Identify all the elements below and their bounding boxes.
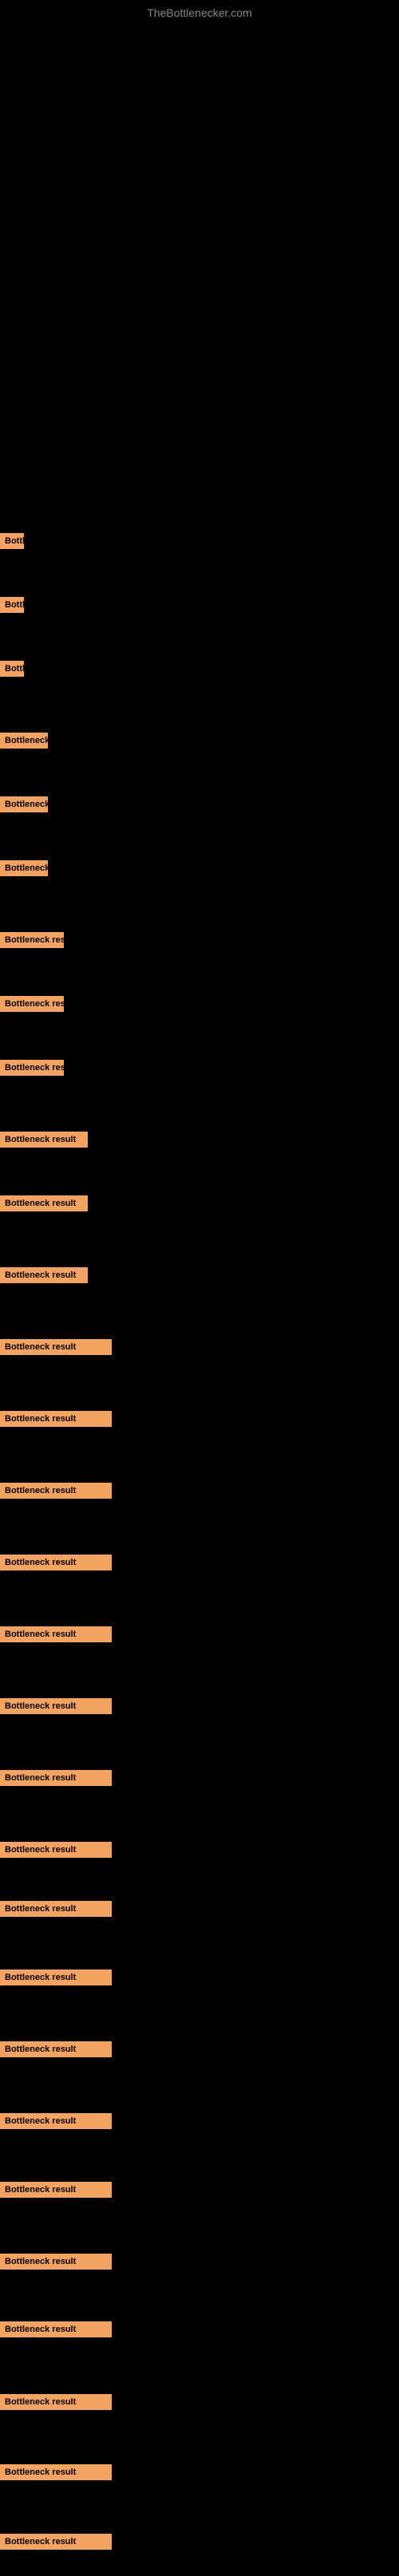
bottleneck-label[interactable]: Bottleneck result bbox=[0, 1339, 112, 1355]
bottleneck-label[interactable]: Bottleneck result bbox=[0, 597, 24, 613]
bottleneck-label[interactable]: Bottleneck result bbox=[0, 1626, 112, 1642]
list-item: Bottleneck result bbox=[0, 1195, 88, 1215]
list-item: Bottleneck result bbox=[0, 1555, 112, 1570]
list-item: Bottleneck result bbox=[0, 1132, 88, 1152]
bottleneck-label[interactable]: Bottleneck result bbox=[0, 1267, 88, 1283]
list-item: Bottleneck result bbox=[0, 661, 24, 681]
list-item: Bottleneck result bbox=[0, 1901, 112, 1917]
bottleneck-label[interactable]: Bottleneck result bbox=[0, 2534, 112, 2550]
bottleneck-label[interactable]: Bottleneck result bbox=[0, 1483, 112, 1499]
list-item: Bottleneck result bbox=[0, 2534, 112, 2550]
bottleneck-label[interactable]: Bottleneck result bbox=[0, 2113, 112, 2129]
bottleneck-label[interactable]: Bottleneck result bbox=[0, 996, 64, 1012]
bottleneck-label[interactable]: Bottleneck result bbox=[0, 2182, 112, 2198]
bottleneck-label[interactable]: Bottleneck result bbox=[0, 1555, 112, 1570]
list-item: Bottleneck result bbox=[0, 2113, 112, 2129]
list-item: Bottleneck result bbox=[0, 1842, 112, 1858]
list-item: Bottleneck result bbox=[0, 932, 64, 952]
list-item: Bottleneck result bbox=[0, 2254, 112, 2270]
bottleneck-label[interactable]: Bottleneck result bbox=[0, 1770, 112, 1786]
list-item: Bottleneck result bbox=[0, 1626, 112, 1642]
list-item: Bottleneck result bbox=[0, 860, 48, 880]
bottleneck-label[interactable]: Bottleneck result bbox=[0, 2254, 112, 2270]
bottleneck-label[interactable]: Bottleneck result bbox=[0, 2394, 112, 2410]
list-item: Bottleneck result bbox=[0, 2182, 112, 2198]
list-item: Bottleneck result bbox=[0, 597, 24, 617]
list-item: Bottleneck result bbox=[0, 2394, 112, 2410]
list-item: Bottleneck result bbox=[0, 2464, 112, 2480]
bottleneck-label[interactable]: Bottleneck result bbox=[0, 1842, 112, 1858]
list-item: Bottleneck result bbox=[0, 1483, 112, 1499]
list-item: Bottleneck result bbox=[0, 1411, 112, 1427]
bottleneck-label[interactable]: Bottleneck result bbox=[0, 1698, 112, 1714]
bottleneck-label[interactable]: Bottleneck result bbox=[0, 2464, 112, 2480]
list-item: Bottleneck result bbox=[0, 2321, 112, 2337]
bottleneck-label[interactable]: Bottleneck result bbox=[0, 796, 48, 812]
bottleneck-label[interactable]: Bottleneck result bbox=[0, 661, 24, 677]
list-item: Bottleneck result bbox=[0, 1267, 88, 1287]
list-item: Bottleneck result bbox=[0, 2041, 112, 2057]
list-item: Bottleneck result bbox=[0, 1770, 112, 1786]
bottleneck-label[interactable]: Bottleneck result bbox=[0, 2041, 112, 2057]
list-item: Bottleneck result bbox=[0, 1698, 112, 1714]
list-item: Bottleneck result bbox=[0, 1339, 112, 1355]
list-item: Bottleneck result bbox=[0, 1970, 112, 1985]
bottleneck-label[interactable]: Bottleneck result bbox=[0, 1195, 88, 1211]
bottleneck-label[interactable]: Bottleneck result bbox=[0, 533, 24, 549]
bottleneck-label[interactable]: Bottleneck result bbox=[0, 1132, 88, 1148]
bottleneck-label[interactable]: Bottleneck result bbox=[0, 1901, 112, 1917]
results-list: Bottleneck result Bottleneck result Bottle… bbox=[0, 501, 399, 2576]
list-item: Bottleneck result bbox=[0, 1060, 64, 1080]
list-item: Bottleneck result bbox=[0, 533, 24, 553]
black-area bbox=[0, 22, 399, 501]
bottleneck-label[interactable]: Bottleneck result bbox=[0, 2321, 112, 2337]
site-title: TheBottlenecker.com bbox=[0, 0, 399, 22]
site-title-container: TheBottlenecker.com bbox=[0, 0, 399, 22]
bottleneck-label[interactable]: Bottleneck result bbox=[0, 860, 48, 876]
bottleneck-label[interactable]: Bottleneck result bbox=[0, 932, 64, 948]
bottleneck-label[interactable]: Bottleneck result bbox=[0, 733, 48, 749]
bottleneck-label[interactable]: Bottleneck result bbox=[0, 1411, 112, 1427]
bottleneck-label[interactable]: Bottleneck result bbox=[0, 1970, 112, 1985]
list-item: Bottleneck result bbox=[0, 796, 48, 816]
bottleneck-label[interactable]: Bottleneck result bbox=[0, 1060, 64, 1076]
list-item: Bottleneck result bbox=[0, 996, 64, 1016]
list-item: Bottleneck result bbox=[0, 733, 48, 753]
